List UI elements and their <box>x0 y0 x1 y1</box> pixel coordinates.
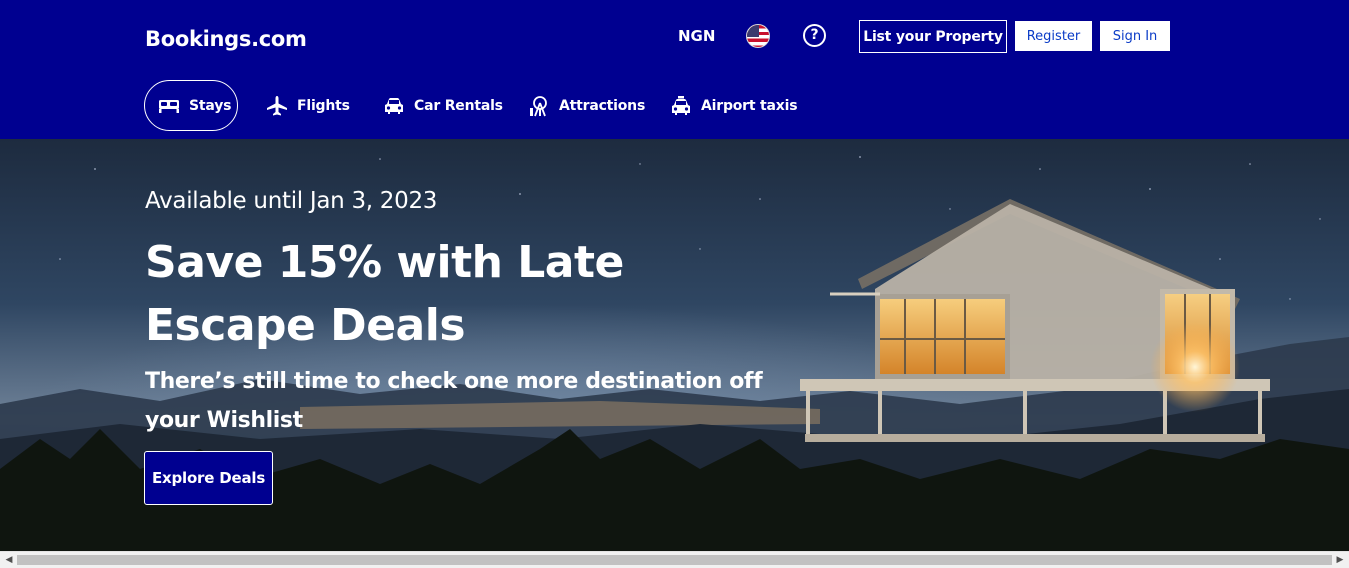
explore-deals-button[interactable]: Explore Deals <box>144 451 273 505</box>
availability-text: Available until Jan 3, 2023 <box>145 188 438 214</box>
scroll-right-arrow-icon[interactable]: ▶ <box>1333 554 1347 566</box>
nav-label-attractions: Attractions <box>559 97 646 114</box>
nav-tab-attractions[interactable]: Attractions <box>528 80 645 131</box>
hero-title: Save 15% with Late Escape Deals <box>145 237 624 351</box>
help-icon[interactable]: ? <box>803 24 826 47</box>
taxi-icon <box>670 95 692 117</box>
nav-label-car-rentals: Car Rentals <box>414 97 503 114</box>
car-icon <box>383 95 405 117</box>
nav-label-airport-taxis: Airport taxis <box>701 97 798 114</box>
hero-subtitle: There’s still time to check one more des… <box>145 369 763 433</box>
scrollbar-thumb[interactable] <box>17 555 1332 565</box>
scroll-left-arrow-icon[interactable]: ◀ <box>2 554 16 566</box>
top-header: Bookings.com NGN ? List your Property Re… <box>0 0 1349 139</box>
nav-label-flights: Flights <box>297 97 350 114</box>
nav-tab-car-rentals[interactable]: Car Rentals <box>383 80 503 131</box>
brand-logo[interactable]: Bookings.com <box>145 27 307 51</box>
nav-tab-flights[interactable]: Flights <box>266 80 350 131</box>
register-button[interactable]: Register <box>1015 21 1092 51</box>
airplane-icon <box>266 95 288 117</box>
nav-label-stays: Stays <box>189 97 232 114</box>
nav-tab-stays[interactable]: Stays <box>144 80 238 131</box>
horizontal-scrollbar[interactable]: ◀ ▶ <box>0 551 1349 568</box>
us-flag-icon[interactable] <box>746 24 770 48</box>
hero-banner: Available until Jan 3, 2023 Save 15% wit… <box>0 139 1349 551</box>
nav-tab-airport-taxis[interactable]: Airport taxis <box>670 80 798 131</box>
ferris-wheel-icon <box>528 95 550 117</box>
bed-icon <box>158 95 180 117</box>
list-property-button[interactable]: List your Property <box>859 20 1007 53</box>
currency-selector[interactable]: NGN <box>678 27 715 45</box>
sign-in-button[interactable]: Sign In <box>1100 21 1170 51</box>
